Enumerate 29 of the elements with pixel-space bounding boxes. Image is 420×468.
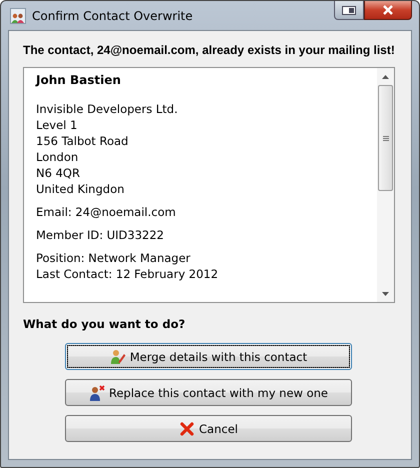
scroll-down-icon[interactable] (382, 292, 389, 296)
contact-detail: Member ID: UID33222 (36, 227, 165, 243)
cross-icon (179, 420, 196, 436)
contact-detail: Email: 24@noemail.com (36, 204, 177, 220)
merge-button[interactable]: Merge details with this contact (65, 343, 352, 370)
contact-detail: N6 4QR (36, 165, 81, 181)
replace-button[interactable]: Replace this contact with my new one (65, 379, 352, 406)
restore-icon (342, 6, 356, 14)
contact-detail: Invisible Developers Ltd. (36, 101, 179, 117)
contact-detail: Last Contact: 12 February 2012 (36, 266, 220, 282)
scroll-thumb[interactable] (378, 85, 393, 191)
scroll-up-icon[interactable] (382, 74, 389, 78)
close-button[interactable] (364, 1, 412, 20)
contact-detail: Position: Network Manager (36, 250, 192, 266)
contact-detail: Level 1 (36, 117, 78, 133)
scrollbar[interactable] (377, 68, 394, 302)
contact-name: John Bastien (36, 73, 122, 87)
restore-button[interactable] (334, 1, 364, 20)
question-label: What do you want to do? (23, 317, 186, 331)
close-icon (382, 5, 394, 15)
window-title: Confirm Contact Overwrite (32, 8, 194, 22)
contact-detail: United Kingdon (36, 181, 126, 197)
person-pencil-icon (110, 348, 126, 364)
warning-message: The contact, 24@noemail.com, already exists in your mailing list! (23, 43, 395, 57)
contact-detail: London (36, 149, 80, 165)
cancel-button[interactable]: Cancel (65, 415, 352, 442)
contacts-icon (10, 8, 26, 24)
contact-detail: 156 Talbot Road (36, 133, 130, 149)
person-cross-icon (88, 384, 105, 400)
